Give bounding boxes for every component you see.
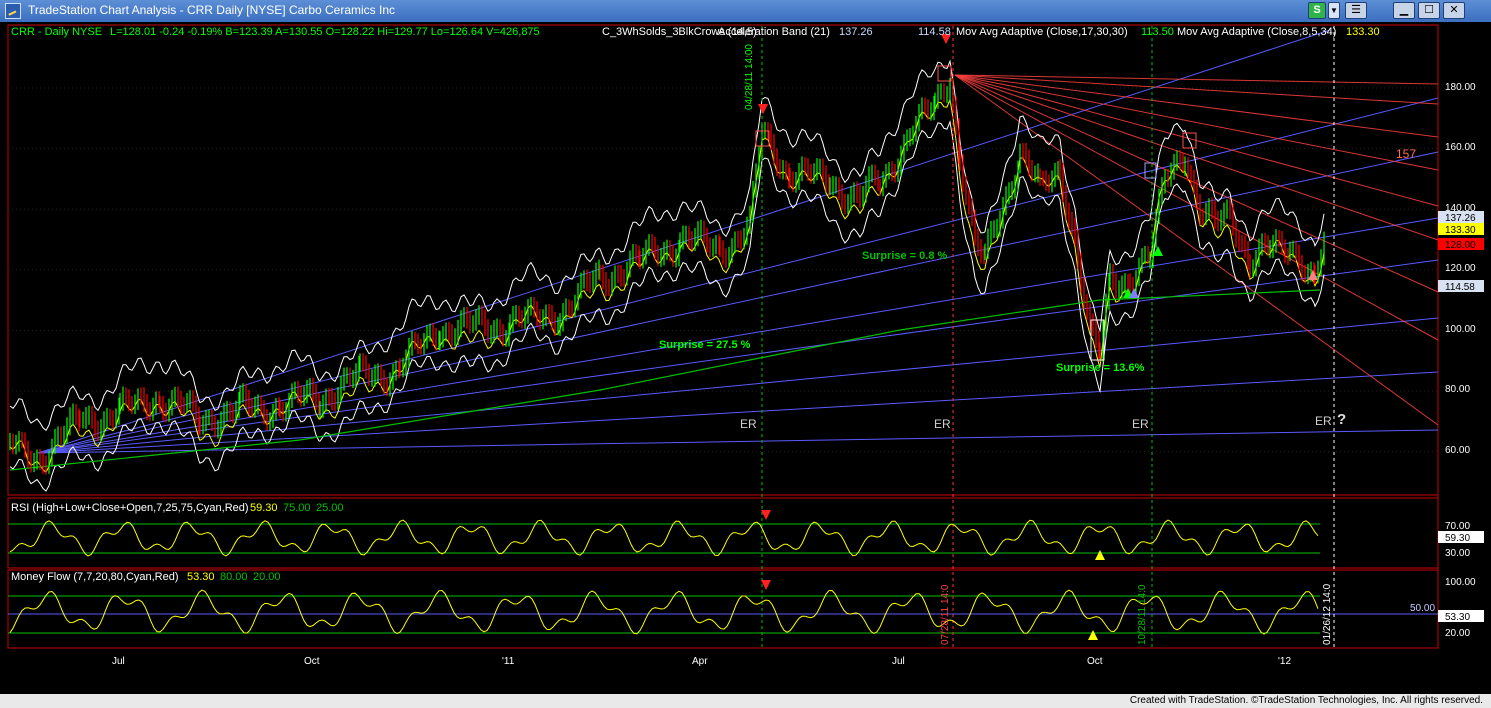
minimize-button[interactable]: ▁ (1393, 2, 1415, 19)
mf-study-label: Money Flow (7,7,20,80,Cyan,Red) (11, 571, 179, 583)
mf-midline-label: 50.00 (1410, 603, 1435, 614)
signal-arrow-down (758, 104, 768, 114)
fan-level-label: 157 (1396, 147, 1416, 161)
time-label-oct-10: Oct (304, 656, 320, 667)
close-icon: ✕ (1449, 4, 1459, 16)
er-label-4: ER (1315, 414, 1332, 428)
study-label-acceleration-band: Acceleration Band (21) (718, 26, 830, 38)
gann-fan-blue-line (37, 429, 1439, 454)
study-label-ma-adaptive-1: Mov Avg Adaptive (Close,17,30,30) (956, 26, 1128, 38)
rsi-value-tag-label: 59.30 (1445, 533, 1470, 544)
money-flow-line (9, 589, 1319, 635)
rsi-upper-level: 75.00 (283, 502, 311, 514)
time-label-jul-11: Jul (892, 656, 905, 667)
er-label-2: ER (934, 417, 951, 431)
minimize-icon: ▁ (1399, 4, 1409, 16)
price-tag-lower-band-label: 114.58 (1445, 282, 1475, 293)
er-label-1: ER (740, 417, 757, 431)
time-label-2012: '12 (1278, 656, 1291, 667)
er-label-3: ER (1132, 417, 1149, 431)
study-value-ma-adaptive-2: 133.30 (1346, 26, 1380, 38)
study-label-ma-adaptive-2: Mov Avg Adaptive (Close,8,5,34) (1177, 26, 1337, 38)
price-tick-180: 180.00 (1445, 82, 1476, 93)
rsi-tick-70: 70.00 (1445, 521, 1470, 532)
price-tag-adaptive-ma-label: 133.30 (1445, 225, 1476, 236)
chart-quote-line: L=128.01 -0.24 -0.19% B=123.39 A=130.55 … (110, 26, 540, 38)
gann-fan-blue-line (37, 259, 1439, 454)
price-tag-acceleration-band-label: 137.26 (1445, 213, 1476, 224)
rsi-lower-level: 25.00 (316, 502, 344, 514)
time-label-oct-11: Oct (1087, 656, 1103, 667)
indicator-lines (9, 59, 1325, 492)
time-label-jul-10: Jul (112, 656, 125, 667)
maximize-icon: ☐ (1424, 4, 1434, 16)
surprise-label-october: Surprise = 13.6% (1056, 362, 1145, 374)
chart-area[interactable]: 180.00 160.00 140.00 120.00 100.00 80.00… (0, 22, 1491, 694)
surprise-label-july: Surprise = 0.8 % (862, 250, 948, 262)
study-value-acceleration-band: 137.26 (839, 26, 873, 38)
price-bars (9, 77, 1325, 475)
price-chart-canvas[interactable]: 180.00 160.00 140.00 120.00 100.00 80.00… (0, 22, 1491, 694)
mf-tick-100: 100.00 (1445, 577, 1476, 588)
gann-fan-blue-line (37, 97, 1439, 454)
close-button[interactable]: ✕ (1443, 2, 1465, 19)
signal-arrow-up (1095, 550, 1105, 560)
window-title: TradeStation Chart Analysis - CRR Daily … (28, 3, 396, 17)
chart-symbol-label: CRR - Daily NYSE (11, 26, 103, 38)
rsi-line (9, 519, 1319, 557)
price-tick-120: 120.00 (1445, 263, 1476, 274)
earnings-vertical-lines (761, 26, 1335, 648)
study-value-ma-adaptive-1: 113.50 (1141, 26, 1174, 38)
tradestation-app-icon (5, 3, 21, 19)
rsi-tick-30: 30.00 (1445, 548, 1470, 559)
mf-upper-level: 80.00 (220, 571, 248, 583)
price-tick-100: 100.00 (1445, 324, 1476, 335)
signal-markers (755, 34, 1318, 640)
mf-value-tag-label: 53.30 (1445, 612, 1470, 623)
mf-lower-level: 20.00 (253, 571, 281, 583)
title-bar: TradeStation Chart Analysis - CRR Daily … (0, 0, 1491, 23)
mf-current-value: 53.30 (187, 571, 215, 583)
rsi-current-value: 59.30 (250, 502, 278, 514)
gann-fan-blue-line (37, 217, 1439, 454)
date-label-jul28: 07/28/11 14:0 (940, 584, 951, 645)
er-question-mark: ? (1337, 411, 1346, 428)
copyright-text: Created with TradeStation. ©TradeStation… (1129, 695, 1483, 706)
date-label-oct28: 10/28/11 14:0 (1137, 584, 1148, 645)
window-menu-button[interactable]: ☰ (1345, 2, 1367, 19)
mf-tick-20: 20.00 (1445, 628, 1470, 639)
grid-lines (8, 87, 1438, 634)
window-menu-icon: ☰ (1351, 4, 1361, 16)
symbol-link-dropdown-button[interactable]: ▼ (1328, 2, 1340, 19)
surprise-label-april: Surprise = 27.5 % (659, 339, 751, 351)
study-value-lower-band: 114.58 (918, 26, 951, 38)
date-label-apr28: 04/28/11 14:00 (744, 44, 755, 110)
signal-arrow-up (1088, 630, 1098, 640)
price-tick-60: 60.00 (1445, 445, 1470, 456)
date-label-jan26: 01/26/12 14:0 (1322, 583, 1333, 645)
status-footer: Created with TradeStation. ©TradeStation… (0, 694, 1491, 708)
rsi-study-label: RSI (High+Low+Close+Open,7,25,75,Cyan,Re… (11, 502, 249, 514)
price-tag-last-label: 128.00 (1445, 240, 1476, 251)
symbol-link-button[interactable]: S (1308, 2, 1326, 19)
price-tick-160: 160.00 (1445, 142, 1476, 153)
price-tick-80: 80.00 (1445, 384, 1470, 395)
time-label-apr-11: Apr (692, 656, 708, 667)
maximize-button[interactable]: ☐ (1418, 2, 1440, 19)
time-label-2011: '11 (502, 656, 515, 667)
signal-arrow-up (1308, 270, 1318, 280)
